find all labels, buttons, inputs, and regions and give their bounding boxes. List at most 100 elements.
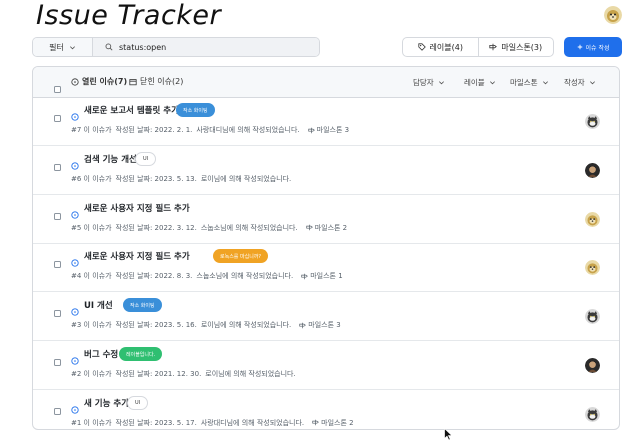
- author-filter-label: 작성자: [564, 78, 585, 87]
- issue-row[interactable]: 새로운 보고서 템플릿 추가 작소 화이팅 #7 이 이슈가 작성된 날짜: 2022…: [33, 98, 619, 146]
- issue-date: 작성된 날짜: 2022. 3. 12.: [115, 223, 197, 232]
- issue-author: 스눕소님에 의해 작성되었습니다.: [196, 272, 294, 281]
- issue-date: 작성된 날짜: 2022. 8. 3.: [115, 272, 193, 281]
- labels-button[interactable]: 레이블(4): [403, 38, 478, 56]
- issue-checkbox[interactable]: [54, 205, 61, 224]
- issue-row[interactable]: 새로운 사용자 지정 필드 추가 로녹스를 마십니까? #4 이 이슈가 작성된 날짜…: [33, 244, 619, 293]
- issue-row[interactable]: 버그 수정 레이블입니다. #2 이 이슈가 작성된 날짜: 2021. 12. 30…: [33, 342, 619, 390]
- search-input[interactable]: [119, 42, 299, 52]
- milestone-icon: [312, 419, 320, 426]
- issues-panel: 열린 이슈(7) 닫힌 이슈(2) 담당자 레이블 마일스톤 작성자 새로운 보…: [32, 66, 620, 430]
- issue-title[interactable]: 검색 기능 개선: [84, 153, 137, 165]
- issue-checkbox[interactable]: [54, 302, 61, 321]
- author-avatar[interactable]: [585, 406, 600, 422]
- issue-open-icon: [71, 204, 79, 223]
- author-avatar[interactable]: [585, 309, 600, 325]
- issue-row[interactable]: 새 기능 추가 UI #1 이 이슈가 작성된 날짜: 2023. 5. 17. 사랑대…: [33, 391, 619, 429]
- mouse-cursor-icon: [444, 426, 453, 442]
- issue-milestone-label: 마일스톤 1: [310, 272, 343, 281]
- search-icon: [105, 43, 113, 51]
- issue-checkbox[interactable]: [54, 253, 61, 272]
- issue-label-badge: 레이블입니다.: [119, 347, 163, 361]
- issue-checkbox[interactable]: [54, 107, 61, 126]
- issue-label-badge: 작소 화이팅: [123, 298, 162, 313]
- milestone-icon: [299, 322, 307, 328]
- tag-icon: [417, 43, 426, 51]
- issue-meta: #3 이 이슈가 작성된 날짜: 2023. 5. 16. 로이님에 의해 작성되었…: [71, 320, 341, 330]
- issue-milestone: 마일스톤 2: [312, 418, 354, 428]
- issues-list-header: 열린 이슈(7) 닫힌 이슈(2) 담당자 레이블 마일스톤 작성자: [33, 67, 619, 98]
- chevron-down-icon: [542, 81, 548, 85]
- issue-label-badge: 작소 화이팅: [176, 103, 215, 117]
- nav-group: 레이블(4) 마일스톤(3): [402, 37, 554, 57]
- filter-group: 필터: [32, 37, 320, 57]
- issue-title[interactable]: UI 개선: [84, 299, 113, 311]
- issue-title[interactable]: 새로운 보고서 템플릿 추가: [84, 104, 179, 116]
- author-avatar[interactable]: [585, 211, 600, 227]
- issue-number: #2 이 이슈가: [71, 370, 112, 378]
- issue-label-badge: UI: [127, 395, 149, 410]
- tab-open-label: 열린 이슈(7): [82, 77, 128, 86]
- issue-milestone-label: 마일스톤 3: [308, 321, 341, 330]
- new-issue-label: 이슈 작성: [585, 44, 610, 52]
- author-avatar[interactable]: [585, 162, 600, 178]
- issue-milestone: 마일스톤 2: [306, 223, 347, 233]
- issue-milestone: 마일스톤 1: [301, 271, 343, 281]
- assignee-filter[interactable]: 담당자: [413, 77, 445, 88]
- milestones-button-label: 마일스톤(3): [501, 42, 543, 52]
- issue-label-badge: 로녹스를 마십니까?: [213, 249, 269, 264]
- author-avatar[interactable]: [585, 358, 600, 373]
- issue-number: #6 이 이슈가: [71, 174, 112, 183]
- issue-milestone-label: 마일스톤 2: [314, 223, 348, 232]
- user-avatar[interactable]: [604, 6, 622, 24]
- filter-label: 필터: [49, 42, 64, 52]
- milestones-button[interactable]: 마일스톤(3): [477, 38, 554, 56]
- issue-meta: #4 이 이슈가 작성된 날짜: 2022. 8. 3. 스눕소님에 의해 작성되었…: [71, 271, 343, 281]
- issue-author: 사랑대디님에 의해 작성되었습니다.: [196, 126, 300, 134]
- issue-row[interactable]: 새로운 사용자 지정 필드 추가 #5 이 이슈가 작성된 날짜: 2022. 3.…: [33, 196, 619, 244]
- milestone-filter[interactable]: 마일스톤: [510, 77, 549, 88]
- new-issue-button[interactable]: 이슈 작성: [564, 37, 622, 57]
- issue-checkbox[interactable]: [54, 400, 61, 419]
- milestone-icon: [308, 127, 315, 133]
- issue-milestone: 마일스톤 3: [308, 125, 349, 135]
- issue-title[interactable]: 새 기능 추가: [84, 397, 129, 409]
- issue-title[interactable]: 버그 수정: [84, 348, 118, 360]
- issue-open-icon: [71, 155, 79, 174]
- issue-author: 사랑대디님에 의해 작성되었습니다.: [200, 418, 305, 427]
- issue-open-icon: [71, 399, 79, 418]
- author-avatar[interactable]: [585, 114, 600, 129]
- archive-icon: [129, 78, 137, 85]
- issue-number: #1 이 이슈가: [71, 418, 112, 427]
- issue-author: 스눕소님에 의해 작성되었습니다.: [200, 223, 298, 232]
- issue-number: #5 이 이슈가: [71, 223, 112, 232]
- issue-author: 로이님에 의해 작성되었습니다.: [200, 174, 292, 183]
- select-all-checkbox[interactable]: [54, 78, 61, 97]
- label-filter[interactable]: 레이블: [464, 77, 496, 88]
- issue-number: #3 이 이슈가: [71, 321, 112, 330]
- tab-closed-label: 닫힌 이슈(2): [140, 77, 184, 86]
- issue-open-icon: [71, 252, 79, 271]
- issue-milestone-label: 마일스톤 2: [321, 418, 354, 427]
- issue-title[interactable]: 새로운 사용자 지정 필드 추가: [84, 250, 190, 262]
- issue-row[interactable]: 검색 기능 개선 UI #6 이 이슈가 작성된 날짜: 2023. 5. 13. 로이…: [33, 147, 619, 195]
- milestone-icon: [306, 224, 313, 231]
- author-filter[interactable]: 작성자: [564, 77, 596, 88]
- issue-open-icon: [71, 106, 79, 125]
- chevron-down-icon: [489, 81, 495, 85]
- issue-number: #4 이 이슈가: [71, 272, 112, 281]
- author-avatar[interactable]: [585, 260, 600, 276]
- issue-author: 로이님에 의해 작성되었습니다.: [205, 370, 296, 378]
- issue-title[interactable]: 새로운 사용자 지정 필드 추가: [84, 202, 190, 214]
- search-box[interactable]: [93, 38, 319, 56]
- filter-dropdown-button[interactable]: 필터: [33, 38, 93, 56]
- chevron-down-icon: [589, 81, 595, 85]
- issue-open-icon: [71, 301, 79, 320]
- issue-checkbox[interactable]: [54, 351, 61, 370]
- issue-row[interactable]: UI 개선 작소 화이팅 #3 이 이슈가 작성된 날짜: 2023. 5. 16. 로…: [33, 293, 619, 342]
- tab-closed-issues[interactable]: 닫힌 이슈(2): [129, 76, 183, 87]
- tab-open-issues[interactable]: 열린 이슈(7): [71, 76, 127, 87]
- issue-checkbox[interactable]: [54, 156, 61, 175]
- issue-author: 로이님에 의해 작성되었습니다.: [200, 321, 292, 330]
- issue-date: 작성된 날짜: 2021. 12. 30.: [115, 370, 202, 378]
